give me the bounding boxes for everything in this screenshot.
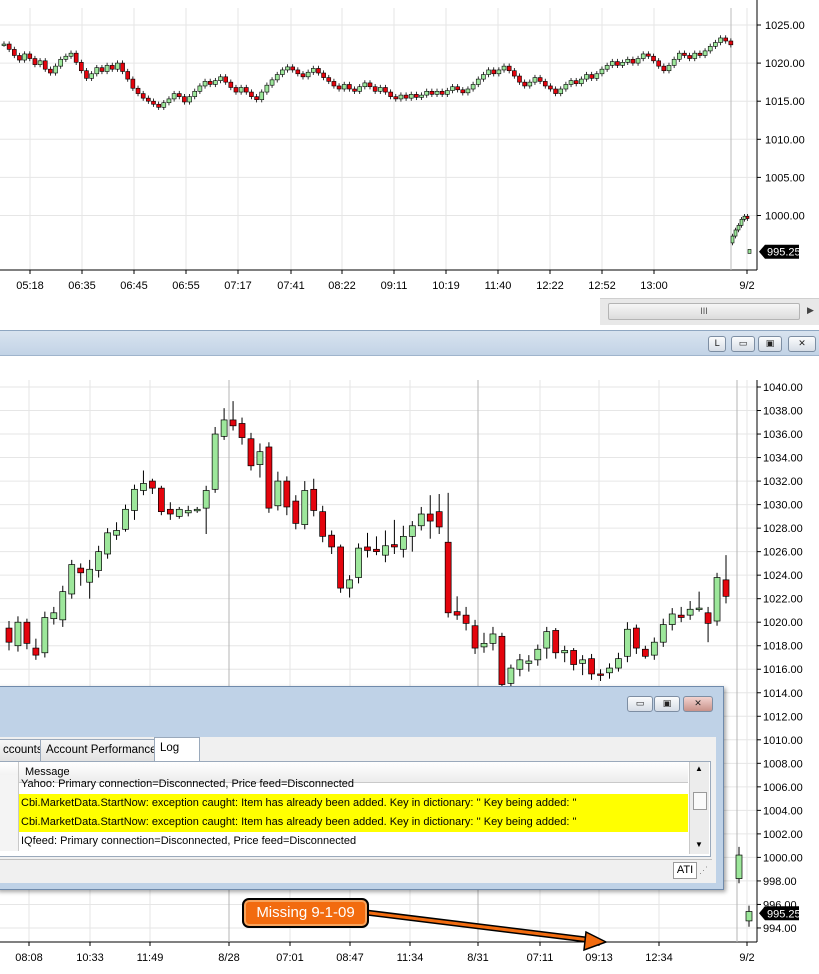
missing-date-callout: Missing 9-1-09 — [242, 898, 369, 928]
arrow-head-icon — [583, 930, 608, 952]
arrow-shaft-fill — [361, 910, 591, 942]
annotation-arrow — [361, 909, 608, 952]
